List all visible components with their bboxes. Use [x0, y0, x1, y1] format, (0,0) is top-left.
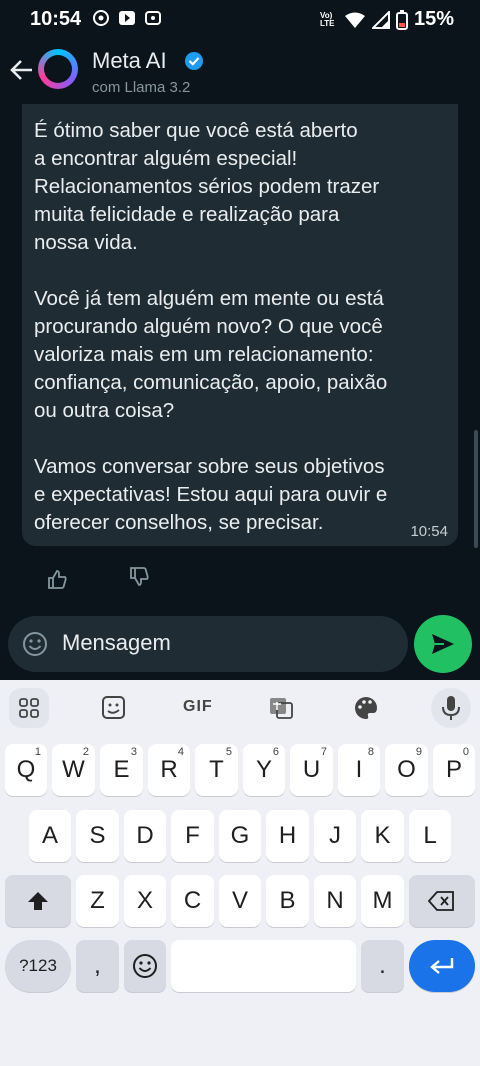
key-v[interactable]: V — [219, 875, 261, 927]
shift-icon — [28, 892, 48, 910]
key-h[interactable]: H — [266, 810, 309, 862]
status-time: 10:54 — [30, 8, 82, 30]
message-paragraph-2: Você já tem alguém em mente ou está proc… — [34, 287, 388, 422]
keyboard[interactable]: GIF Q1 W2 E3 R4 T5 Y6 U7 I8 O9 P0 A S D … — [0, 680, 480, 1066]
gif-button[interactable]: GIF — [183, 698, 213, 716]
key-l[interactable]: L — [409, 810, 451, 862]
backspace-icon — [427, 891, 454, 911]
wifi-icon — [344, 12, 365, 28]
key-m[interactable]: M — [361, 875, 404, 927]
message-bubble[interactable]: É ótimo saber que você está aberto a enc… — [22, 104, 458, 546]
settings-icon — [93, 10, 109, 26]
status-bar: 10:54 Vo) LTE 15% — [0, 0, 480, 38]
key-u[interactable]: U7 — [290, 744, 333, 796]
key-q[interactable]: Q1 — [5, 744, 47, 796]
send-button[interactable] — [414, 615, 472, 673]
key-b[interactable]: B — [266, 875, 309, 927]
symbols-key[interactable]: ?123 — [5, 940, 71, 992]
message-paragraph-1: É ótimo saber que você está aberto a enc… — [34, 119, 380, 254]
shift-key[interactable] — [5, 875, 71, 927]
battery-icon — [395, 9, 408, 30]
emoji-key-icon — [133, 954, 157, 978]
key-f[interactable]: F — [171, 810, 214, 862]
key-n[interactable]: N — [314, 875, 356, 927]
comma-key[interactable]: , — [76, 940, 119, 992]
signal-icon — [371, 10, 390, 29]
space-key[interactable] — [171, 940, 356, 992]
period-key[interactable]: . — [361, 940, 404, 992]
key-k[interactable]: K — [361, 810, 404, 862]
scrollbar[interactable] — [474, 430, 478, 548]
microphone-icon[interactable] — [431, 688, 471, 728]
key-e[interactable]: E3 — [100, 744, 143, 796]
volte-indicator: Vo) LTE — [319, 10, 335, 28]
translate-icon[interactable] — [261, 688, 301, 728]
message-input[interactable]: Mensagem — [62, 630, 171, 656]
key-z[interactable]: Z — [76, 875, 119, 927]
key-a[interactable]: A — [29, 810, 71, 862]
back-arrow-icon[interactable] — [8, 56, 36, 84]
avatar[interactable] — [38, 49, 78, 89]
key-w[interactable]: W2 — [52, 744, 95, 796]
message-time: 10:54 — [410, 523, 448, 540]
palette-icon[interactable] — [346, 688, 386, 728]
message-composer[interactable]: Mensagem — [8, 616, 408, 672]
emoji-icon[interactable] — [22, 631, 48, 657]
key-y[interactable]: Y6 — [243, 744, 285, 796]
key-x[interactable]: X — [124, 875, 166, 927]
key-g[interactable]: G — [219, 810, 261, 862]
key-t[interactable]: T5 — [195, 744, 238, 796]
thumbs-down-icon[interactable] — [128, 566, 150, 588]
key-j[interactable]: J — [314, 810, 356, 862]
contact-subtitle: com Llama 3.2 — [92, 79, 191, 96]
battery-percent: 15% — [413, 8, 454, 30]
emoji-key[interactable] — [124, 940, 166, 992]
backspace-key[interactable] — [409, 875, 475, 927]
thumbs-up-icon[interactable] — [46, 568, 68, 590]
key-r[interactable]: R4 — [148, 744, 190, 796]
enter-key[interactable] — [409, 940, 475, 992]
youtube-icon — [119, 11, 135, 25]
key-p[interactable]: P0 — [433, 744, 475, 796]
media-icon — [145, 11, 161, 25]
enter-icon — [430, 958, 454, 974]
send-icon — [432, 634, 454, 654]
key-i[interactable]: I8 — [338, 744, 380, 796]
chat-header: Meta AI com Llama 3.2 — [0, 38, 480, 104]
apps-grid-icon[interactable] — [9, 688, 49, 728]
message-paragraph-3: Vamos conversar sobre seus objetivos e e… — [34, 455, 388, 534]
key-o[interactable]: O9 — [385, 744, 428, 796]
sticker-icon[interactable] — [93, 688, 133, 728]
verified-badge-icon — [185, 52, 203, 70]
key-d[interactable]: D — [124, 810, 166, 862]
key-c[interactable]: C — [171, 875, 214, 927]
contact-name[interactable]: Meta AI — [92, 48, 167, 74]
key-s[interactable]: S — [76, 810, 119, 862]
chat-area[interactable]: É ótimo saber que você está aberto a enc… — [0, 104, 480, 680]
